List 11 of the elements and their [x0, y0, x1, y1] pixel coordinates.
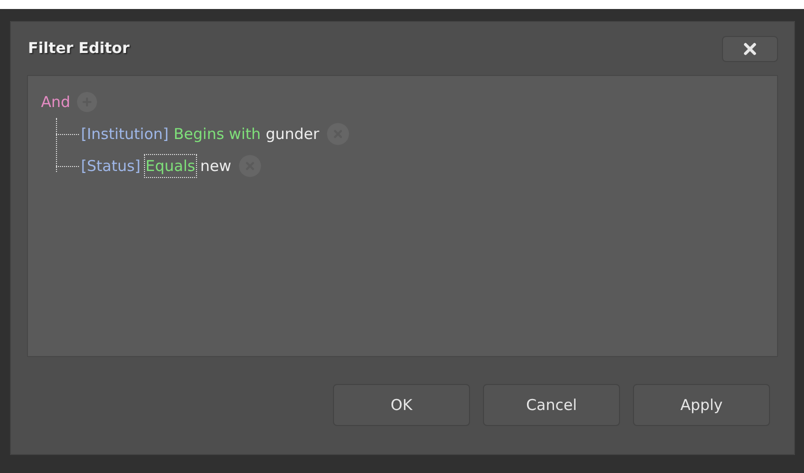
dialog-button[interactable]: OK [333, 384, 470, 426]
window-title: Filter Editor [28, 38, 130, 60]
dialog-button[interactable]: Cancel [483, 384, 620, 426]
condition-value[interactable]: gunder [266, 122, 320, 146]
condition-value[interactable]: new [200, 154, 232, 178]
dialog-button[interactable]: Apply [633, 384, 770, 426]
condition-field[interactable]: [Status] [81, 154, 141, 178]
condition-operator[interactable]: Equals [144, 154, 198, 178]
condition-operator[interactable]: Begins with [172, 122, 263, 146]
close-button[interactable] [722, 36, 778, 62]
condition-field[interactable]: [Institution] [81, 122, 169, 146]
